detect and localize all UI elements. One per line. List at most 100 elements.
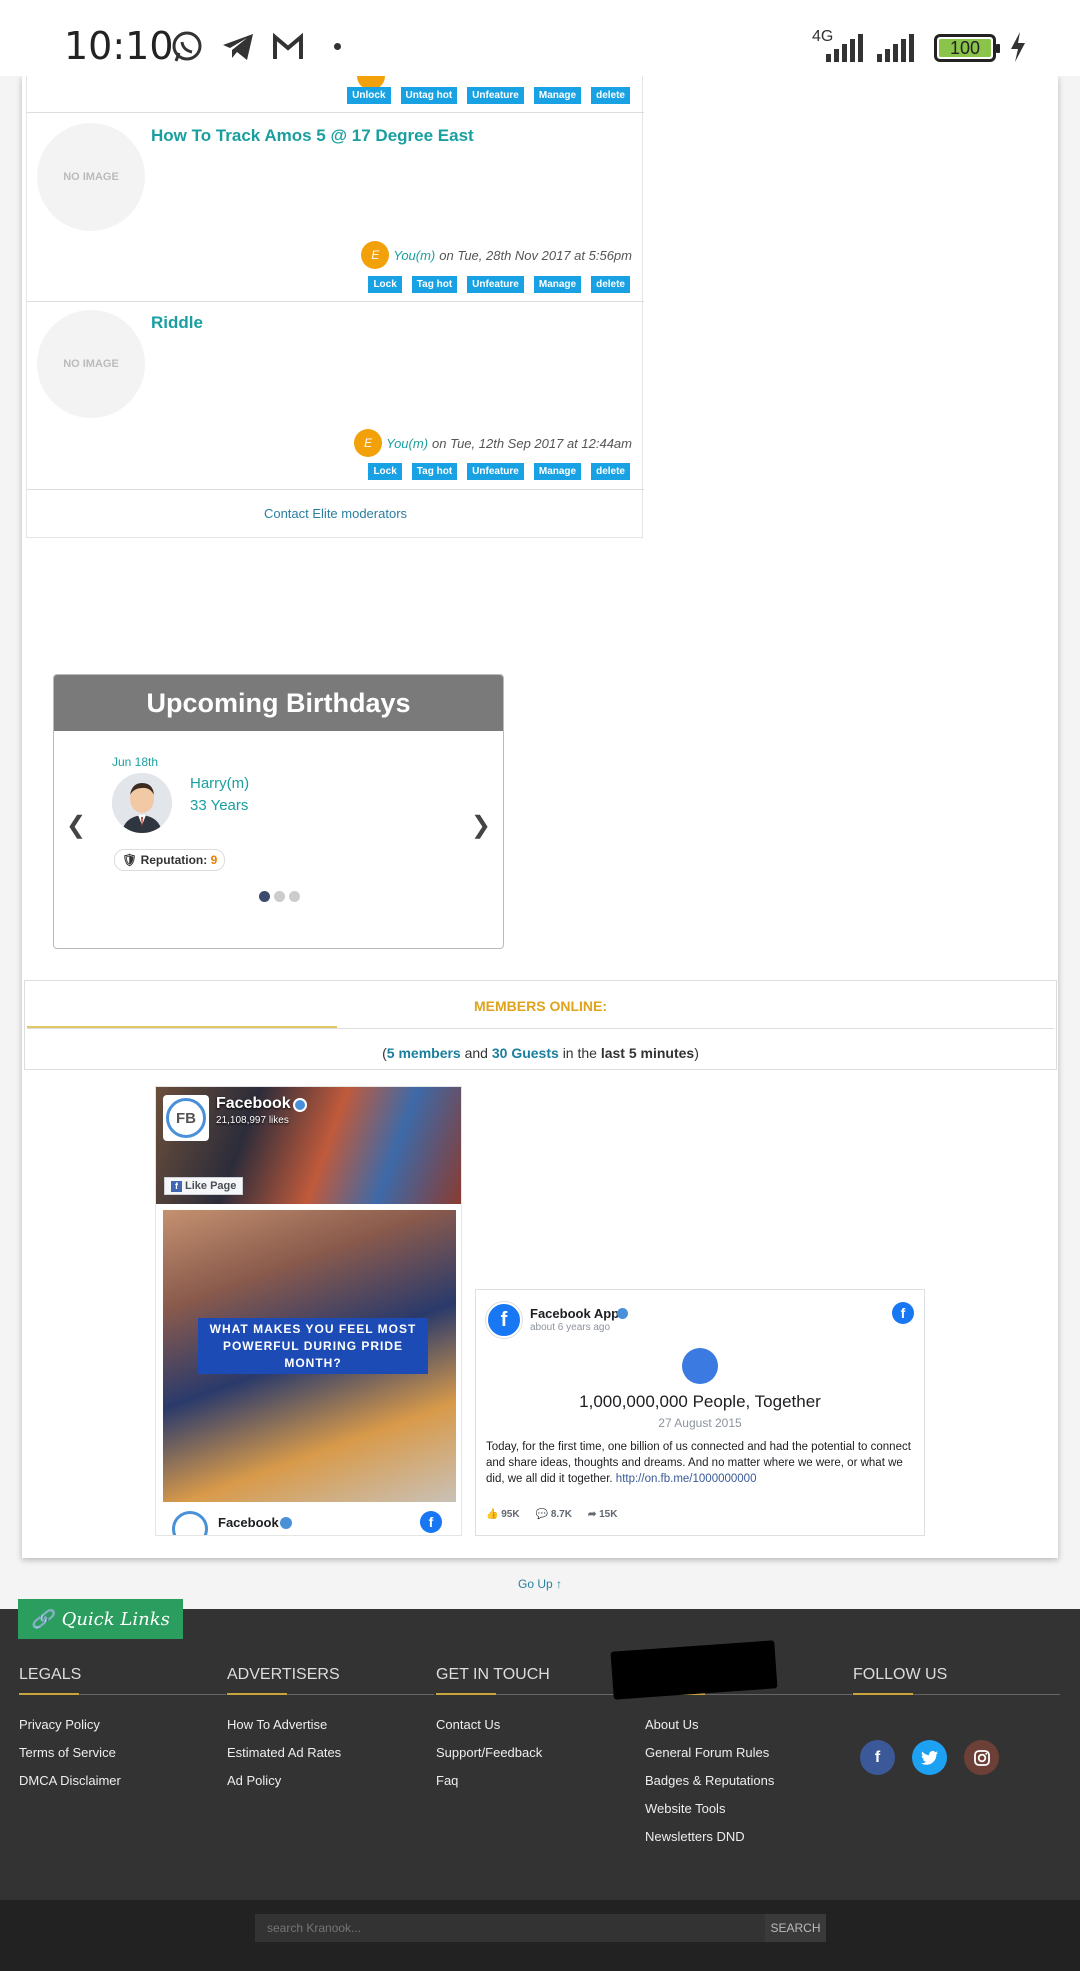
footer-column-title: ADVERTISERS xyxy=(227,1666,340,1683)
author-avatar: E xyxy=(354,429,383,457)
footer-link[interactable]: Terms of Service xyxy=(19,1745,226,1760)
like-page-label: Like Page xyxy=(185,1180,237,1192)
facebook-icon[interactable]: f xyxy=(860,1740,895,1775)
contact-moderators-link[interactable]: Contact Elite moderators xyxy=(27,506,644,521)
unfeature-button[interactable]: Unfeature xyxy=(467,87,524,104)
post-time[interactable]: about 6 years ago xyxy=(530,1322,610,1333)
facebook-avatar[interactable] xyxy=(172,1511,208,1535)
unlock-button[interactable]: Unlock xyxy=(347,87,391,104)
footer-link[interactable]: DMCA Disclaimer xyxy=(19,1773,226,1788)
facebook-app-name[interactable]: Facebook App xyxy=(530,1306,619,1321)
post-link[interactable]: http://on.fb.me/1000000000 xyxy=(616,1473,757,1485)
telegram-icon xyxy=(223,34,253,60)
author-link[interactable]: You(m) xyxy=(386,436,428,451)
tag-hot-button[interactable]: Tag hot xyxy=(411,276,458,293)
comments-stat[interactable]: 💬 8.7K xyxy=(536,1509,572,1520)
author-link[interactable]: You(m) xyxy=(393,248,435,263)
search-input[interactable] xyxy=(255,1914,765,1942)
members-online-info: (5 members and 30 Guests in the last 5 m… xyxy=(25,1045,1056,1061)
verified-icon xyxy=(293,1098,307,1112)
moderation-buttons: Lock Tag hot Unfeature Manage delete xyxy=(368,463,630,480)
instagram-icon[interactable] xyxy=(964,1740,999,1775)
whatsapp-icon xyxy=(172,31,202,62)
untag-hot-button[interactable]: Untag hot xyxy=(400,87,458,104)
social-links: f xyxy=(860,1740,999,1775)
footer-link[interactable]: Badges & Reputations xyxy=(645,1773,852,1788)
moderation-buttons: Unlock Untag hot Unfeature Manage delete xyxy=(347,87,630,104)
carousel-dots xyxy=(259,891,300,902)
quick-links-tab[interactable]: 🔗 Quick Links xyxy=(18,1599,183,1639)
manage-button[interactable]: Manage xyxy=(533,276,582,293)
go-up-link[interactable]: Go Up ↑ xyxy=(0,1577,1080,1591)
carousel-dot[interactable] xyxy=(259,891,270,902)
members-count-link[interactable]: 5 members xyxy=(387,1045,461,1061)
unfeature-button[interactable]: Unfeature xyxy=(467,276,524,293)
facebook-post-image[interactable]: WHAT MAKES YOU FEEL MOST POWERFUL DURING… xyxy=(163,1210,456,1502)
facebook-likes-count: 21,108,997 likes xyxy=(216,1115,289,1126)
manage-button[interactable]: Manage xyxy=(533,87,582,104)
carousel-dot[interactable] xyxy=(274,891,285,902)
members-online-label: MEMBERS ONLINE: xyxy=(474,998,607,1014)
carousel-dot[interactable] xyxy=(289,891,300,902)
post-text: Today, for the first time, one billion o… xyxy=(486,1439,916,1487)
battery-icon: 100 xyxy=(934,34,1000,62)
manage-button[interactable]: Manage xyxy=(533,463,582,480)
delete-button[interactable]: delete xyxy=(591,87,630,104)
facebook-page-name[interactable]: Facebook xyxy=(216,1095,291,1113)
shares-stat[interactable]: ➦ 15K xyxy=(588,1509,618,1520)
facebook-embedded-post: f Facebook App about 6 years ago f 1,000… xyxy=(475,1289,925,1536)
shares-count: 15K xyxy=(599,1509,618,1520)
footer-link[interactable]: Faq xyxy=(436,1773,643,1788)
comments-count: 8.7K xyxy=(550,1509,572,1520)
footer-search-bar: SEARCH xyxy=(0,1900,1080,1971)
delete-button[interactable]: delete xyxy=(591,463,630,480)
tag-hot-button[interactable]: Tag hot xyxy=(411,463,458,480)
carousel-next-button[interactable]: ❯ xyxy=(471,811,491,840)
footer-link[interactable]: Estimated Ad Rates xyxy=(227,1745,434,1760)
facebook-app-avatar[interactable]: f xyxy=(486,1302,522,1338)
thread-item: NO IMAGE How To Track Amos 5 @ 17 Degree… xyxy=(27,113,644,302)
post-media-circle xyxy=(682,1348,718,1384)
post-date: on Tue, 28th Nov 2017 at 5:56pm xyxy=(439,247,632,263)
lock-button[interactable]: Lock xyxy=(368,276,402,293)
facebook-post-author[interactable]: Facebook xyxy=(218,1515,279,1530)
footer-link[interactable]: Ad Policy xyxy=(227,1773,434,1788)
delete-button[interactable]: delete xyxy=(591,276,630,293)
like-page-button[interactable]: f Like Page xyxy=(164,1177,244,1195)
unfeature-button[interactable]: Unfeature xyxy=(467,463,524,480)
thread-item: NO IMAGE Riddle E You(m) on Tue, 12th Se… xyxy=(27,302,644,490)
footer-link[interactable]: Support/Feedback xyxy=(436,1745,643,1760)
period-text: last 5 minutes xyxy=(600,1045,695,1061)
thread-title-link[interactable]: How To Track Amos 5 @ 17 Degree East xyxy=(151,126,474,146)
twitter-icon[interactable] xyxy=(912,1740,947,1775)
facebook-icon[interactable]: f xyxy=(420,1511,442,1533)
facebook-page-logo[interactable]: FB xyxy=(163,1095,209,1141)
carousel-prev-button[interactable]: ❮ xyxy=(66,811,86,840)
thread-title-link[interactable]: Riddle xyxy=(151,313,203,333)
footer-link[interactable]: About Us xyxy=(645,1717,852,1732)
post-headline: 1,000,000,000 People, Together xyxy=(579,1392,821,1411)
post-stats: 👍 95K 💬 8.7K ➦ 15K xyxy=(486,1509,617,1520)
signal-icon xyxy=(826,34,863,62)
avatar[interactable] xyxy=(112,773,172,833)
no-image-placeholder: NO IMAGE xyxy=(37,310,145,418)
footer-link[interactable]: Newsletters DND xyxy=(645,1829,852,1844)
footer-link[interactable]: Website Tools xyxy=(645,1801,852,1816)
quick-links-label: Quick Links xyxy=(61,1608,170,1630)
footer-link[interactable]: General Forum Rules xyxy=(645,1745,852,1760)
footer: 🔗 Quick Links LEGALS Privacy Policy Term… xyxy=(0,1599,1080,1900)
thread-byline: E You(m) on Tue, 12th Sep 2017 at 12:44a… xyxy=(354,429,632,457)
search-button[interactable]: SEARCH xyxy=(765,1914,826,1942)
facebook-icon: f xyxy=(171,1181,182,1192)
footer-link[interactable]: Privacy Policy xyxy=(19,1717,226,1732)
footer-link[interactable]: How To Advertise xyxy=(227,1717,434,1732)
facebook-icon[interactable]: f xyxy=(892,1302,914,1324)
charging-icon xyxy=(1011,32,1025,62)
lock-button[interactable]: Lock xyxy=(368,463,402,480)
footer-link[interactable]: Contact Us xyxy=(436,1717,643,1732)
fb-logo-text: FB xyxy=(166,1098,206,1138)
likes-stat[interactable]: 👍 95K xyxy=(486,1509,520,1520)
link-icon: 🔗 xyxy=(31,1608,54,1630)
birthday-user-link[interactable]: Harry(m) xyxy=(190,775,249,792)
paren-close: ) xyxy=(694,1045,699,1061)
